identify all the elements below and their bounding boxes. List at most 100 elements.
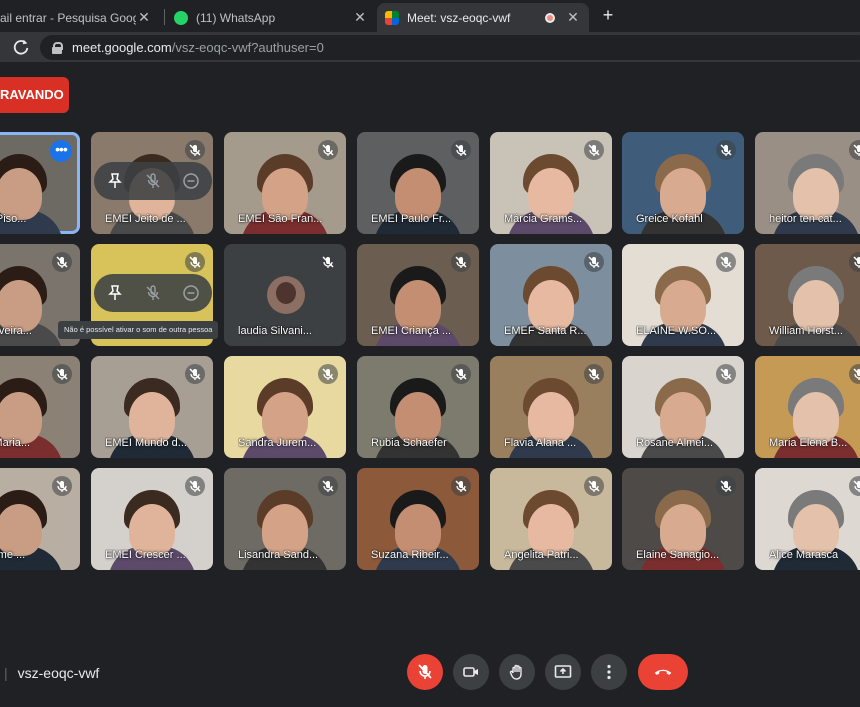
participant-tile[interactable]: EMEI Crescer ... (91, 468, 213, 570)
leave-call-button[interactable] (638, 654, 688, 690)
mic-off-icon (318, 364, 338, 384)
participant-name: EMEI São Fran... (238, 213, 323, 225)
mic-off-icon (451, 364, 471, 384)
mic-off-icon (584, 140, 604, 160)
mic-off-icon (52, 364, 72, 384)
meet-main: RAVANDO ••• iane Piso... EMEI Jeito de ...… (0, 62, 860, 690)
participant-tile[interactable]: Angelita Patri... (490, 468, 612, 570)
raise-hand-button[interactable] (499, 654, 535, 690)
recording-badge: RAVANDO (0, 77, 69, 113)
participant-name: Bem me ... (0, 549, 26, 561)
mic-off-icon (318, 476, 338, 496)
participant-tile[interactable]: ••• iane Piso... (0, 132, 80, 234)
participant-tile[interactable]: EMEF Santa R... (490, 244, 612, 346)
mic-off-icon (318, 140, 338, 160)
participant-name: laudia Silvani... (238, 325, 312, 337)
lock-icon (52, 41, 63, 54)
mic-off-icon (318, 252, 338, 272)
pin-icon[interactable] (100, 278, 130, 308)
camera-toggle-button[interactable] (453, 654, 489, 690)
participant-name: Sandra Jurem... (238, 437, 317, 449)
mic-off-icon (185, 252, 205, 272)
participant-tile[interactable]: Rosane Almei... (622, 356, 744, 458)
tab-meet[interactable]: Meet: vsz-eoqc-vwf ✕ (377, 3, 589, 32)
participant-tile[interactable]: Flavia Alana ... (490, 356, 612, 458)
recording-indicator-icon (545, 12, 555, 23)
participant-tile[interactable]: nge Maria... (0, 356, 80, 458)
mic-off-icon (716, 364, 736, 384)
mute-participant-icon[interactable] (138, 278, 168, 308)
mic-off-icon (849, 476, 860, 496)
mic-off-icon (451, 476, 471, 496)
participant-name: Alice Marasca (769, 549, 839, 561)
tab-whatsapp[interactable]: (11) WhatsApp ✕ (166, 3, 376, 32)
mic-off-icon (716, 476, 736, 496)
remove-participant-icon[interactable] (176, 278, 206, 308)
mic-off-icon (584, 364, 604, 384)
participant-tile[interactable]: Márcia Grams... (490, 132, 612, 234)
tab-separator (164, 9, 165, 25)
participant-name: EMEI Paulo Fr... (371, 213, 452, 225)
participant-tile[interactable]: Bem me ... (0, 468, 80, 570)
participant-tile[interactable]: Sandra Jurem... (224, 356, 346, 458)
participant-tile[interactable]: EMEI Criança ... (357, 244, 479, 346)
url-host: meet.google.com (72, 40, 172, 55)
participant-name: EMEI Crescer ... (105, 549, 186, 561)
participant-name: ELAINE W.SO... (636, 325, 717, 337)
participant-tile[interactable]: Rubia Schaefer (357, 356, 479, 458)
tab-title: Meet: vsz-eoqc-vwf (407, 10, 511, 25)
browser-tab-bar: ail entrar - Pesquisa Google ✕ (11) What… (0, 0, 860, 32)
participant-tile[interactable]: Greice Kofahl (622, 132, 744, 234)
participant-tile[interactable]: Elaine Sanagio... (622, 468, 744, 570)
mic-off-icon (584, 476, 604, 496)
reload-icon[interactable] (12, 38, 30, 56)
more-options-button[interactable] (591, 654, 627, 690)
tab-google-search[interactable]: ail entrar - Pesquisa Google ✕ (0, 3, 160, 32)
participant-tile[interactable]: EMEI Paulo Fr... (357, 132, 479, 234)
participant-name: nge Maria... (0, 437, 31, 449)
mic-off-icon (716, 140, 736, 160)
participant-tile[interactable]: ELAINE W.SO... (622, 244, 744, 346)
present-screen-button[interactable] (545, 654, 581, 690)
participant-tile[interactable]: Lisandra Sand... (224, 468, 346, 570)
participant-tile[interactable]: Maria Elena B... (755, 356, 860, 458)
participant-name: EMEI Mundo d... (105, 437, 187, 449)
mic-off-icon (451, 140, 471, 160)
close-icon[interactable]: ✕ (136, 9, 152, 26)
participant-tile[interactable]: EMEI São Fran... (224, 132, 346, 234)
microphone-toggle-button[interactable] (407, 654, 443, 690)
participant-tile[interactable]: EMEI Mundo d... (91, 356, 213, 458)
whatsapp-icon (174, 10, 188, 25)
participant-tile[interactable]: laudia Silvani... (224, 244, 346, 346)
address-bar[interactable]: meet.google.com/vsz-eoqc-vwf?authuser=0 (40, 35, 860, 60)
mute-participant-icon[interactable] (138, 166, 168, 196)
participant-avatar (267, 276, 305, 314)
mic-off-icon (185, 140, 205, 160)
hand-icon (509, 664, 522, 680)
participant-name: EMEI Jeito de ... (105, 213, 186, 225)
participant-tile[interactable]: Suzana Ribeir... (357, 468, 479, 570)
participant-name: heitor ten cat... (769, 213, 842, 225)
more-options-icon[interactable]: ••• (50, 140, 72, 162)
mic-off-icon (584, 252, 604, 272)
participant-tile[interactable]: William Horst... (755, 244, 860, 346)
close-icon[interactable]: ✕ (352, 9, 368, 26)
meeting-code: vsz-eoqc-vwf (4, 665, 100, 681)
mic-off-icon (849, 252, 860, 272)
mic-off-icon (716, 252, 736, 272)
new-tab-button[interactable]: + (598, 5, 618, 25)
pin-icon[interactable] (100, 166, 130, 196)
participant-name: William Horst... (769, 325, 843, 337)
participant-name: Rubia Schaefer (371, 437, 447, 449)
camera-icon (463, 667, 478, 677)
mic-off-icon (52, 252, 72, 272)
mic-off-icon (849, 364, 860, 384)
close-icon[interactable]: ✕ (565, 9, 581, 26)
bottom-bar: vsz-eoqc-vwf (0, 645, 860, 707)
mic-off-icon (849, 140, 860, 160)
participant-name: Elaine Sanagio... (636, 549, 720, 561)
participant-tile[interactable]: Alice Marasca (755, 468, 860, 570)
remove-participant-icon[interactable] (176, 166, 206, 196)
participant-tile[interactable]: heitor ten cat... (755, 132, 860, 234)
participant-name: Suzana Ribeir... (371, 549, 449, 561)
